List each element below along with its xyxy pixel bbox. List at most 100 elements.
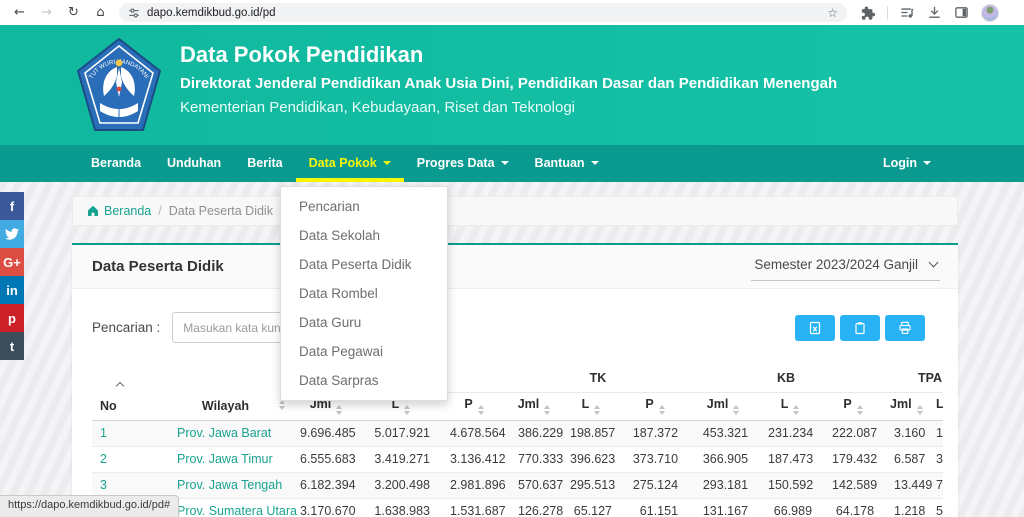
dropdown-item-pencarian[interactable]: Pencarian bbox=[281, 192, 447, 221]
column-header-wilayah[interactable]: Wilayah bbox=[167, 364, 290, 420]
column-group-kb: KB bbox=[688, 364, 884, 392]
twitter-bird-icon bbox=[5, 227, 19, 241]
table-cell: 65.127 bbox=[560, 498, 622, 517]
table-cell: 5 bbox=[926, 498, 943, 517]
print-icon bbox=[898, 321, 912, 335]
table-cell: 396.623 bbox=[560, 446, 622, 472]
excel-export-button[interactable] bbox=[795, 315, 835, 341]
nav-item-unduhan[interactable]: Unduhan bbox=[154, 145, 234, 182]
chevron-down-icon bbox=[501, 161, 509, 165]
nav-item-beranda[interactable]: Beranda bbox=[78, 145, 154, 182]
back-icon[interactable]: ← bbox=[6, 0, 33, 25]
toolbar-separator bbox=[887, 6, 888, 20]
url-text[interactable]: dapo.kemdikbud.go.id/pd bbox=[147, 7, 820, 19]
profile-avatar[interactable] bbox=[981, 4, 999, 22]
row-number-link[interactable]: 2 bbox=[92, 446, 167, 472]
column-header-jml-3[interactable]: Jml bbox=[508, 392, 560, 420]
dropdown-item-data-sekolah[interactable]: Data Sekolah bbox=[281, 221, 447, 250]
nav-item-data-pokok[interactable]: Data Pokok bbox=[296, 145, 404, 182]
column-header-p-2[interactable]: P bbox=[440, 392, 508, 420]
copy-clipboard-button[interactable] bbox=[840, 315, 880, 341]
reload-icon[interactable]: ↻ bbox=[60, 0, 87, 25]
sort-icon bbox=[336, 405, 342, 415]
home-icon[interactable]: ⌂ bbox=[87, 0, 114, 25]
table-row: 1Prov. Jawa Barat9.696.4855.017.9214.678… bbox=[92, 420, 943, 446]
table-cell: 453.321 bbox=[688, 420, 758, 446]
nav-item-berita[interactable]: Berita bbox=[234, 145, 295, 182]
column-header-jml-6[interactable]: Jml bbox=[688, 392, 758, 420]
dropdown-item-data-peserta-didik[interactable]: Data Peserta Didik bbox=[281, 250, 447, 279]
province-link[interactable]: Prov. Sumatera Utara bbox=[167, 498, 290, 517]
table-cell: 6.555.683 bbox=[290, 446, 362, 472]
twitter-icon[interactable] bbox=[0, 220, 24, 248]
social-share-bar: f G+inpt bbox=[0, 192, 24, 360]
data-pokok-dropdown: PencarianData SekolahData Peserta DidikD… bbox=[280, 186, 448, 401]
side-panel-icon[interactable] bbox=[954, 5, 969, 20]
nav-items: BerandaUnduhanBeritaData PokokProgres Da… bbox=[78, 145, 612, 182]
bookmark-star-icon[interactable]: ☆ bbox=[827, 6, 838, 20]
table-cell: 5.017.921 bbox=[362, 420, 440, 446]
row-number-link[interactable]: 1 bbox=[92, 420, 167, 446]
table-cell: 142.589 bbox=[822, 472, 884, 498]
province-link[interactable]: Prov. Jawa Tengah bbox=[167, 472, 290, 498]
dropdown-item-data-pegawai[interactable]: Data Pegawai bbox=[281, 337, 447, 366]
site-settings-icon[interactable] bbox=[128, 7, 140, 19]
clipboard-icon bbox=[853, 321, 867, 335]
semester-select[interactable]: Semester 2023/2024 Ganjil bbox=[751, 253, 940, 281]
forward-icon[interactable]: → bbox=[33, 0, 60, 25]
table-row: 2Prov. Jawa Timur6.555.6833.419.2713.136… bbox=[92, 446, 943, 472]
column-header-jml-9[interactable]: Jml bbox=[884, 392, 926, 420]
facebook-icon[interactable]: f bbox=[0, 192, 24, 220]
table-cell: 1.7 bbox=[926, 420, 943, 446]
table-cell: 293.181 bbox=[688, 472, 758, 498]
table-cell: 3.170.670 bbox=[290, 498, 362, 517]
media-queue-icon[interactable] bbox=[900, 5, 915, 20]
page-background: Beranda / Data Peserta Didik Data Pesert… bbox=[0, 182, 1024, 517]
province-link[interactable]: Prov. Jawa Timur bbox=[167, 446, 290, 472]
search-row: Pencarian : bbox=[92, 312, 943, 343]
pinterest-icon[interactable]: p bbox=[0, 304, 24, 332]
dropdown-item-data-rombel[interactable]: Data Rombel bbox=[281, 279, 447, 308]
extensions-icon[interactable] bbox=[860, 5, 875, 20]
table-cell: 295.513 bbox=[560, 472, 622, 498]
nav-item-bantuan[interactable]: Bantuan bbox=[522, 145, 612, 182]
table-cell: 64.178 bbox=[822, 498, 884, 517]
breadcrumb-separator: / bbox=[158, 204, 161, 218]
column-header-l-4[interactable]: L bbox=[560, 392, 622, 420]
address-bar[interactable]: dapo.kemdikbud.go.id/pd ☆ bbox=[119, 3, 847, 22]
panel-header: Data Peserta Didik Semester 2023/2024 Ga… bbox=[72, 245, 958, 289]
chevron-down-icon bbox=[591, 161, 599, 165]
sort-icon bbox=[404, 405, 410, 415]
column-header-l-10[interactable]: L bbox=[926, 392, 943, 420]
sort-icon bbox=[594, 405, 600, 415]
google-plus-icon[interactable]: G+ bbox=[0, 248, 24, 276]
table-cell: 373.710 bbox=[622, 446, 688, 472]
nav-login[interactable]: Login bbox=[870, 145, 944, 182]
column-group-tpa: TPA bbox=[884, 364, 943, 392]
print-button[interactable] bbox=[885, 315, 925, 341]
excel-export-icon bbox=[808, 321, 822, 335]
linkedin-icon[interactable]: in bbox=[0, 276, 24, 304]
table-cell: 570.637 bbox=[508, 472, 560, 498]
nav-item-progres-data[interactable]: Progres Data bbox=[404, 145, 522, 182]
table-cell: 4.678.564 bbox=[440, 420, 508, 446]
dropdown-item-data-guru[interactable]: Data Guru bbox=[281, 308, 447, 337]
table-cell: 386.229 bbox=[508, 420, 560, 446]
download-icon[interactable] bbox=[927, 5, 942, 20]
tumblr-icon[interactable]: t bbox=[0, 332, 24, 360]
column-header-no[interactable]: No bbox=[92, 364, 167, 420]
table-cell: 275.124 bbox=[622, 472, 688, 498]
table-cell: 1.218 bbox=[884, 498, 926, 517]
table-cell: 126.278 bbox=[508, 498, 560, 517]
province-link[interactable]: Prov. Jawa Barat bbox=[167, 420, 290, 446]
column-header-p-5[interactable]: P bbox=[622, 392, 688, 420]
sort-icon bbox=[857, 405, 863, 415]
column-header-l-7[interactable]: L bbox=[758, 392, 822, 420]
table-cell: 231.234 bbox=[758, 420, 822, 446]
sort-icon bbox=[544, 405, 550, 415]
breadcrumb-home-link[interactable]: Beranda bbox=[87, 204, 151, 218]
column-header-p-8[interactable]: P bbox=[822, 392, 884, 420]
dropdown-item-data-sarpras[interactable]: Data Sarpras bbox=[281, 366, 447, 395]
data-table-wrapper[interactable]: NoWilayahTKKBTPAJmlLPJmlLPJmlLPJmlL1Prov… bbox=[92, 364, 943, 517]
chevron-down-icon bbox=[383, 161, 391, 165]
